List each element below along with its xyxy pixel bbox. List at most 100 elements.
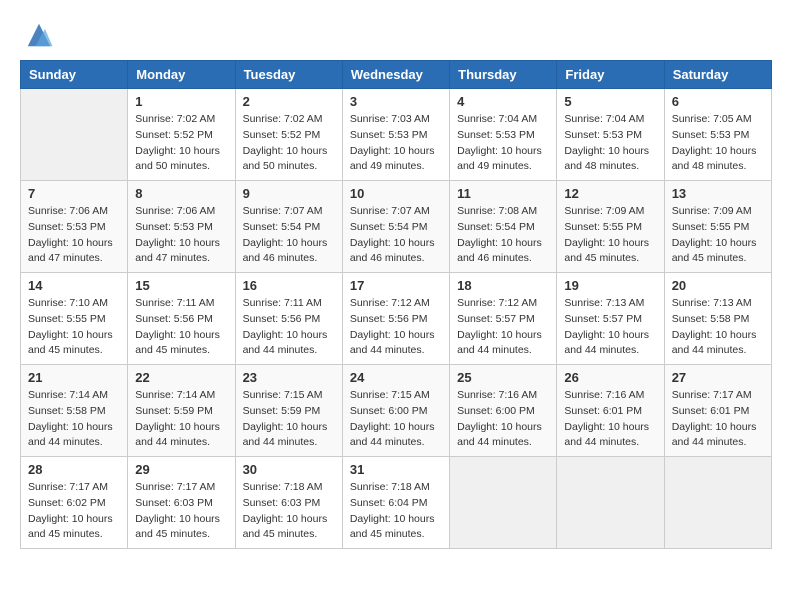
day-number: 6 xyxy=(672,94,764,109)
day-number: 4 xyxy=(457,94,549,109)
day-number: 26 xyxy=(564,370,656,385)
day-info: Sunrise: 7:17 AMSunset: 6:02 PMDaylight:… xyxy=(28,480,120,543)
calendar-cell: 18 Sunrise: 7:12 AMSunset: 5:57 PMDayligh… xyxy=(450,273,557,365)
calendar-cell: 29Sunrise: 7:17 AMSunset: 6:03 PMDayligh… xyxy=(128,457,235,549)
day-info: Sunrise: 7:12 AMSunset: 5:57 PMDaylight:… xyxy=(457,296,549,359)
calendar-cell: 2 Sunrise: 7:02 AMSunset: 5:52 PMDaylight… xyxy=(235,89,342,181)
calendar-cell: 4 Sunrise: 7:04 AMSunset: 5:53 PMDaylight… xyxy=(450,89,557,181)
day-number: 8 xyxy=(135,186,227,201)
day-info: Sunrise: 7:05 AMSunset: 5:53 PMDaylight:… xyxy=(672,112,764,175)
day-number: 2 xyxy=(243,94,335,109)
day-number: 30 xyxy=(243,462,335,477)
day-info: Sunrise: 7:16 AMSunset: 6:01 PMDaylight:… xyxy=(564,388,656,451)
calendar-week-row: 14 Sunrise: 7:10 AMSunset: 5:55 PMDayligh… xyxy=(21,273,772,365)
calendar-header-row: SundayMondayTuesdayWednesdayThursdayFrid… xyxy=(21,61,772,89)
day-info: Sunrise: 7:02 AMSunset: 5:52 PMDaylight:… xyxy=(135,112,227,175)
calendar-cell: 12 Sunrise: 7:09 AMSunset: 5:55 PMDayligh… xyxy=(557,181,664,273)
calendar-week-row: 1 Sunrise: 7:02 AMSunset: 5:52 PMDaylight… xyxy=(21,89,772,181)
day-info: Sunrise: 7:18 AMSunset: 6:04 PMDaylight:… xyxy=(350,480,442,543)
column-header-wednesday: Wednesday xyxy=(342,61,449,89)
day-number: 27 xyxy=(672,370,764,385)
day-info: Sunrise: 7:07 AMSunset: 5:54 PMDaylight:… xyxy=(243,204,335,267)
day-info: Sunrise: 7:11 AMSunset: 5:56 PMDaylight:… xyxy=(243,296,335,359)
day-info: Sunrise: 7:13 AMSunset: 5:58 PMDaylight:… xyxy=(672,296,764,359)
day-info: Sunrise: 7:04 AMSunset: 5:53 PMDaylight:… xyxy=(457,112,549,175)
calendar-cell: 11Sunrise: 7:08 AMSunset: 5:54 PMDayligh… xyxy=(450,181,557,273)
day-number: 7 xyxy=(28,186,120,201)
column-header-saturday: Saturday xyxy=(664,61,771,89)
calendar-cell: 3 Sunrise: 7:03 AMSunset: 5:53 PMDaylight… xyxy=(342,89,449,181)
calendar-cell: 1 Sunrise: 7:02 AMSunset: 5:52 PMDaylight… xyxy=(128,89,235,181)
calendar-cell: 13 Sunrise: 7:09 AMSunset: 5:55 PMDayligh… xyxy=(664,181,771,273)
calendar-cell: 20 Sunrise: 7:13 AMSunset: 5:58 PMDayligh… xyxy=(664,273,771,365)
day-info: Sunrise: 7:14 AMSunset: 5:58 PMDaylight:… xyxy=(28,388,120,451)
calendar-cell: 19Sunrise: 7:13 AMSunset: 5:57 PMDayligh… xyxy=(557,273,664,365)
day-number: 22 xyxy=(135,370,227,385)
day-info: Sunrise: 7:07 AMSunset: 5:54 PMDaylight:… xyxy=(350,204,442,267)
calendar-cell xyxy=(450,457,557,549)
day-number: 17 xyxy=(350,278,442,293)
calendar-cell: 8 Sunrise: 7:06 AMSunset: 5:53 PMDaylight… xyxy=(128,181,235,273)
day-number: 10 xyxy=(350,186,442,201)
day-info: Sunrise: 7:06 AMSunset: 5:53 PMDaylight:… xyxy=(28,204,120,267)
day-info: Sunrise: 7:06 AMSunset: 5:53 PMDaylight:… xyxy=(135,204,227,267)
day-info: Sunrise: 7:12 AMSunset: 5:56 PMDaylight:… xyxy=(350,296,442,359)
calendar-cell: 14 Sunrise: 7:10 AMSunset: 5:55 PMDayligh… xyxy=(21,273,128,365)
day-number: 9 xyxy=(243,186,335,201)
calendar-cell: 10 Sunrise: 7:07 AMSunset: 5:54 PMDayligh… xyxy=(342,181,449,273)
day-info: Sunrise: 7:17 AMSunset: 6:01 PMDaylight:… xyxy=(672,388,764,451)
day-number: 20 xyxy=(672,278,764,293)
calendar-cell: 22 Sunrise: 7:14 AMSunset: 5:59 PMDayligh… xyxy=(128,365,235,457)
day-info: Sunrise: 7:17 AMSunset: 6:03 PMDaylight:… xyxy=(135,480,227,543)
day-number: 24 xyxy=(350,370,442,385)
calendar-cell: 30 Sunrise: 7:18 AMSunset: 6:03 PMDayligh… xyxy=(235,457,342,549)
logo xyxy=(20,20,54,50)
day-number: 14 xyxy=(28,278,120,293)
day-info: Sunrise: 7:09 AMSunset: 5:55 PMDaylight:… xyxy=(564,204,656,267)
day-info: Sunrise: 7:11 AMSunset: 5:56 PMDaylight:… xyxy=(135,296,227,359)
calendar-cell: 5 Sunrise: 7:04 AMSunset: 5:53 PMDaylight… xyxy=(557,89,664,181)
day-info: Sunrise: 7:16 AMSunset: 6:00 PMDaylight:… xyxy=(457,388,549,451)
day-info: Sunrise: 7:10 AMSunset: 5:55 PMDaylight:… xyxy=(28,296,120,359)
day-number: 3 xyxy=(350,94,442,109)
day-info: Sunrise: 7:09 AMSunset: 5:55 PMDaylight:… xyxy=(672,204,764,267)
day-number: 21 xyxy=(28,370,120,385)
day-number: 31 xyxy=(350,462,442,477)
day-number: 1 xyxy=(135,94,227,109)
day-number: 25 xyxy=(457,370,549,385)
day-number: 13 xyxy=(672,186,764,201)
day-number: 16 xyxy=(243,278,335,293)
calendar-cell xyxy=(664,457,771,549)
column-header-tuesday: Tuesday xyxy=(235,61,342,89)
calendar-cell xyxy=(21,89,128,181)
calendar-week-row: 21 Sunrise: 7:14 AMSunset: 5:58 PMDayligh… xyxy=(21,365,772,457)
calendar-cell: 17 Sunrise: 7:12 AMSunset: 5:56 PMDayligh… xyxy=(342,273,449,365)
column-header-monday: Monday xyxy=(128,61,235,89)
day-number: 12 xyxy=(564,186,656,201)
calendar-cell: 16 Sunrise: 7:11 AMSunset: 5:56 PMDayligh… xyxy=(235,273,342,365)
day-info: Sunrise: 7:14 AMSunset: 5:59 PMDaylight:… xyxy=(135,388,227,451)
calendar-cell: 7 Sunrise: 7:06 AMSunset: 5:53 PMDaylight… xyxy=(21,181,128,273)
day-info: Sunrise: 7:15 AMSunset: 5:59 PMDaylight:… xyxy=(243,388,335,451)
calendar-week-row: 28Sunrise: 7:17 AMSunset: 6:02 PMDayligh… xyxy=(21,457,772,549)
calendar-week-row: 7 Sunrise: 7:06 AMSunset: 5:53 PMDaylight… xyxy=(21,181,772,273)
calendar-cell: 21 Sunrise: 7:14 AMSunset: 5:58 PMDayligh… xyxy=(21,365,128,457)
logo-icon xyxy=(24,20,54,50)
day-info: Sunrise: 7:18 AMSunset: 6:03 PMDaylight:… xyxy=(243,480,335,543)
day-info: Sunrise: 7:04 AMSunset: 5:53 PMDaylight:… xyxy=(564,112,656,175)
day-info: Sunrise: 7:03 AMSunset: 5:53 PMDaylight:… xyxy=(350,112,442,175)
day-number: 5 xyxy=(564,94,656,109)
calendar-cell: 23 Sunrise: 7:15 AMSunset: 5:59 PMDayligh… xyxy=(235,365,342,457)
calendar-cell: 15Sunrise: 7:11 AMSunset: 5:56 PMDayligh… xyxy=(128,273,235,365)
calendar-cell: 26 Sunrise: 7:16 AMSunset: 6:01 PMDayligh… xyxy=(557,365,664,457)
day-number: 18 xyxy=(457,278,549,293)
day-info: Sunrise: 7:02 AMSunset: 5:52 PMDaylight:… xyxy=(243,112,335,175)
calendar-cell: 9 Sunrise: 7:07 AMSunset: 5:54 PMDaylight… xyxy=(235,181,342,273)
day-number: 23 xyxy=(243,370,335,385)
column-header-thursday: Thursday xyxy=(450,61,557,89)
calendar-cell: 27 Sunrise: 7:17 AMSunset: 6:01 PMDayligh… xyxy=(664,365,771,457)
day-number: 19 xyxy=(564,278,656,293)
calendar-cell: 31 Sunrise: 7:18 AMSunset: 6:04 PMDayligh… xyxy=(342,457,449,549)
calendar-cell xyxy=(557,457,664,549)
calendar-cell: 28Sunrise: 7:17 AMSunset: 6:02 PMDayligh… xyxy=(21,457,128,549)
